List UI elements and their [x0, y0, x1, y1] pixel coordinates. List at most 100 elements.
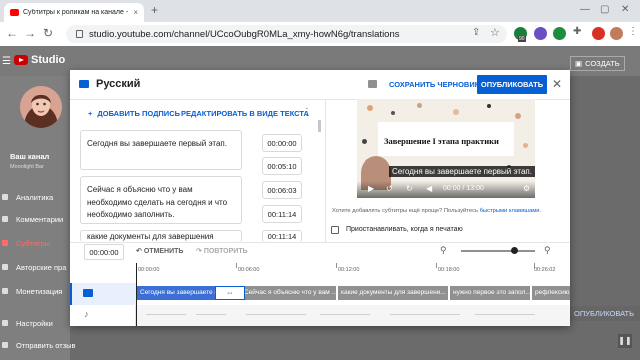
new-tab-button[interactable]: + — [151, 3, 158, 17]
sidebar-item-copyright[interactable]: Авторские пра — [16, 263, 66, 272]
timeline-divider — [70, 242, 570, 243]
grammarly-icon[interactable] — [553, 27, 566, 40]
feedback-flag-icon[interactable] — [368, 80, 377, 88]
channel-avatar[interactable] — [20, 86, 62, 128]
channel-subtitle: Moonlight Bar — [10, 164, 44, 170]
timeline-segment[interactable]: рефлексию с — [532, 286, 570, 300]
bookmark-star-icon[interactable]: ☆ — [490, 26, 500, 39]
sidebar-item-analytics[interactable]: Аналитика — [16, 193, 53, 202]
zoom-slider[interactable] — [461, 250, 535, 252]
sidebar-item-comments[interactable]: Комментарии — [16, 215, 63, 224]
caption-end-time[interactable]: 00:05:10 — [262, 157, 302, 175]
studio-logo[interactable]: Studio — [14, 54, 65, 66]
copyright-icon — [2, 264, 8, 270]
studio-logo-text: Studio — [31, 54, 66, 66]
caption-start-time[interactable]: 00:06:03 — [262, 181, 302, 199]
puzzle-icon[interactable]: ✚ — [573, 26, 581, 37]
address-bar[interactable]: studio.youtube.com/channel/UCcoOubgR0MLa… — [66, 25, 507, 43]
edit-as-text-button[interactable]: РЕДАКТИРОВАТЬ В ВИДЕ ТЕКСТА — [181, 109, 309, 118]
caption-text-field[interactable]: какие документы для завершения — [80, 230, 242, 242]
window-close-button[interactable]: ✕ — [621, 4, 629, 15]
forward-skip-icon[interactable]: ↻ — [406, 184, 413, 193]
caption-start-time[interactable]: 00:11:14 — [262, 230, 302, 242]
pause-icon[interactable]: ❚❚ — [618, 334, 632, 348]
more-options-icon[interactable]: ⋮ — [302, 107, 312, 118]
caption-end-time[interactable]: 00:11:14 — [262, 205, 302, 223]
waveform — [196, 314, 226, 315]
publish-button[interactable]: ОПУБЛИКОВАТЬ — [477, 75, 547, 94]
maximize-button[interactable]: ▢ — [600, 4, 609, 15]
caption-start-time[interactable]: 00:00:00 — [262, 134, 302, 152]
waveform — [390, 314, 460, 315]
hamburger-icon[interactable]: ☰ — [2, 56, 11, 67]
tab-close-icon[interactable]: × — [133, 8, 138, 17]
ruler-tick-label: 00:06:00 — [238, 267, 260, 273]
subtitles-icon — [2, 240, 8, 246]
browser-tab[interactable]: Субтитры к роликам на канале - Yo × — [4, 3, 144, 22]
video-time: 00:00 / 13:00 — [443, 185, 484, 192]
profile-avatar-icon[interactable] — [610, 27, 623, 40]
browser-menu-icon[interactable]: ⋮ — [628, 26, 638, 37]
sidebar-item-subtitles[interactable]: Субтитры — [16, 239, 50, 248]
sidebar-item-feedback[interactable]: Отправить отзыв — [16, 341, 76, 350]
extension-2-icon[interactable] — [534, 27, 547, 40]
subtitles-track-icon — [79, 80, 89, 88]
timeline-segment[interactable]: нужно первое это запол... — [450, 286, 530, 300]
waveform — [246, 314, 306, 315]
language-title: Русский — [96, 78, 141, 90]
forward-icon[interactable]: → — [24, 26, 36, 40]
waveform — [146, 314, 186, 315]
undo-icon: ↶ — [136, 248, 144, 255]
back-icon[interactable]: ← — [6, 26, 18, 40]
timeline-segment[interactable]: Сегодня вы завершаете п — [137, 286, 221, 300]
subtitle-track-header[interactable] — [70, 283, 136, 305]
add-caption-button[interactable]: + ДОБАВИТЬ ПОДПИСЬ — [88, 109, 180, 118]
create-button[interactable]: ▣ СОЗДАТЬ — [570, 56, 625, 71]
create-label: СОЗДАТЬ — [585, 59, 620, 68]
feedback-icon — [2, 342, 8, 348]
segment-resize-handle[interactable]: ⇔ — [215, 286, 245, 300]
zoom-out-icon[interactable]: ⚲ — [440, 245, 447, 256]
comments-icon — [2, 216, 8, 222]
url-text: studio.youtube.com/channel/UCcoOubgR0MLa… — [89, 28, 400, 40]
timeline-segment[interactable]: Сейчас я объясню что у вам ... — [241, 286, 336, 300]
share-icon[interactable]: ⇪ — [472, 27, 480, 38]
plus-icon: + — [88, 109, 93, 118]
ruler-tick-label: 00:26:02 — [534, 267, 556, 273]
caption-list-scrollbar[interactable] — [318, 120, 321, 132]
volume-icon[interactable]: ◀ — [426, 184, 432, 193]
zoom-in-icon[interactable]: ⚲ — [544, 245, 551, 256]
shortcuts-link[interactable]: быстрыми клавишами — [480, 208, 540, 214]
timeline-playhead[interactable] — [136, 263, 137, 326]
caption-text-field[interactable]: Сегодня вы завершаете первый этап. — [80, 130, 242, 170]
caption-text-field[interactable]: Сейчас я объясню что у вам необходимо сд… — [80, 176, 242, 224]
monetization-icon — [2, 288, 8, 294]
undo-button[interactable]: ↶ ОТМЕНИТЬ — [136, 247, 183, 255]
reload-icon[interactable]: ↻ — [43, 26, 53, 40]
sidebar-item-monetization[interactable]: Монетизация — [16, 287, 62, 296]
lock-icon — [76, 30, 83, 38]
channel-title: Ваш канал — [10, 152, 50, 161]
timeline-current-time[interactable]: 00:00:00 — [84, 244, 124, 260]
timeline-segment[interactable]: какие документы для завершени... — [338, 286, 448, 300]
rewind-icon[interactable]: ↺ — [386, 184, 393, 193]
waveform — [320, 314, 370, 315]
dialog-close-icon[interactable]: ✕ — [552, 77, 562, 91]
youtube-favicon-icon — [10, 9, 19, 16]
save-draft-button[interactable]: СОХРАНИТЬ ЧЕРНОВИК — [389, 80, 479, 89]
play-icon[interactable]: ▶ — [368, 184, 374, 193]
pause-while-typing-checkbox[interactable] — [331, 226, 339, 234]
panel-divider — [325, 100, 326, 242]
zoom-slider-knob[interactable] — [511, 247, 518, 254]
tab-title: Субтитры к роликам на канале - Yo — [23, 9, 130, 16]
camera-icon: ▣ — [575, 59, 583, 68]
background-publish-button: ОПУБЛИКОВАТЬ — [568, 306, 640, 321]
timeline-ruler[interactable]: 00:00:00 00:06:00 00:12:00 00:18:00 00:2… — [136, 263, 570, 283]
sidebar-item-settings[interactable]: Настройки — [16, 319, 53, 328]
video-settings-icon[interactable]: ⚙ — [523, 184, 530, 193]
redo-button[interactable]: ↷ ПОВТОРИТЬ — [196, 247, 248, 255]
extension-3-icon[interactable] — [592, 27, 605, 40]
minimize-button[interactable]: — — [580, 4, 590, 15]
subtitles-track-icon — [83, 289, 93, 297]
waveform — [475, 314, 535, 315]
